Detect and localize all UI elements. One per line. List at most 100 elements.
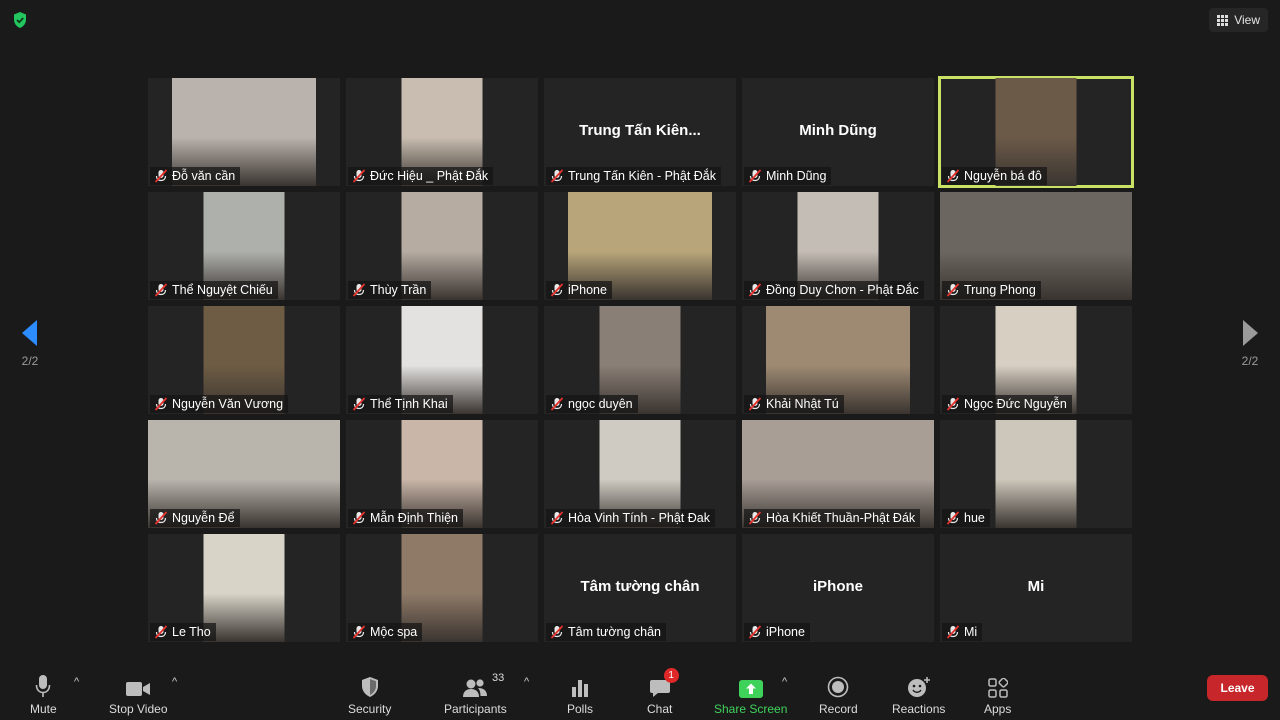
participant-name-label: Ngọc Đức Nguyễn [942, 395, 1072, 413]
muted-microphone-icon [154, 625, 168, 639]
participant-tile[interactable]: Nguyễn Để [148, 420, 340, 528]
stop-video-button[interactable]: Stop Video [109, 670, 168, 716]
participant-name: Đồng Duy Chơn - Phật Đắc [766, 283, 919, 297]
view-button[interactable]: View [1209, 8, 1268, 32]
muted-microphone-icon [550, 625, 564, 639]
participant-name: iPhone [766, 625, 805, 639]
participant-name: Mi [964, 625, 978, 639]
participant-name-label: Trung Phong [942, 281, 1041, 299]
record-icon [828, 676, 849, 698]
participant-display-name: iPhone [812, 578, 863, 595]
participant-name-label: Mộc spa [348, 623, 423, 641]
participant-name: Ngọc Đức Nguyễn [964, 397, 1067, 411]
participant-tile[interactable]: Đức Hiệu _ Phật Đắk [346, 78, 538, 186]
share-screen-icon [738, 680, 763, 698]
muted-microphone-icon [352, 625, 366, 639]
microphone-icon [36, 675, 51, 697]
participants-label: Participants [444, 702, 507, 716]
participants-options-caret[interactable]: ^ [524, 676, 529, 688]
participant-tile[interactable]: Thể Tịnh Khai [346, 306, 538, 414]
muted-microphone-icon [154, 511, 168, 525]
participant-display-name: Mi [1027, 578, 1045, 595]
participant-tile[interactable]: Minh Dũng Minh Dũng [742, 78, 934, 186]
arrow-left-icon [22, 320, 37, 346]
leave-button[interactable]: Leave [1207, 675, 1268, 701]
next-page-button[interactable]: 2/2 [1220, 318, 1280, 408]
participant-name-label: iPhone [744, 623, 810, 641]
participant-tile[interactable]: Thể Nguyệt Chiếu [148, 192, 340, 300]
participant-name: iPhone [568, 283, 607, 297]
participant-tile[interactable]: Nguyễn bá đô [938, 76, 1134, 188]
participant-video [995, 420, 1077, 528]
participant-tile[interactable]: Ngọc Đức Nguyễn [940, 306, 1132, 414]
muted-microphone-icon [946, 283, 960, 297]
participant-tile[interactable]: iPhone [544, 192, 736, 300]
participant-name-label: Thùy Trần [348, 281, 432, 299]
participant-tile[interactable]: hue [940, 420, 1132, 528]
muted-microphone-icon [352, 511, 366, 525]
bar-chart-icon [572, 680, 588, 697]
muted-microphone-icon [946, 625, 960, 639]
previous-page-button[interactable]: 2/2 [0, 318, 60, 408]
participant-name-label: Nguyễn Để [150, 509, 240, 527]
participant-name-label: Minh Dũng [744, 167, 832, 185]
muted-microphone-icon [352, 283, 366, 297]
muted-microphone-icon [946, 169, 960, 183]
participant-tile[interactable]: Mi Mi [940, 534, 1132, 642]
mute-options-caret[interactable]: ^ [74, 676, 79, 688]
participant-tile[interactable]: Mẫn Định Thiện [346, 420, 538, 528]
stop-video-label: Stop Video [109, 702, 168, 716]
participant-display-name: Tâm tường chân [580, 578, 700, 595]
participants-icon [463, 679, 488, 697]
muted-microphone-icon [748, 283, 762, 297]
chat-label: Chat [647, 702, 673, 716]
participant-name: Hòa Khiết Thuần-Phật Đák [766, 511, 916, 525]
participant-name: Trung Phong [964, 283, 1036, 297]
muted-microphone-icon [550, 511, 564, 525]
participant-tile[interactable]: Khải Nhật Tú [742, 306, 934, 414]
participant-name-label: Khải Nhật Tú [744, 395, 844, 413]
muted-microphone-icon [550, 169, 564, 183]
chat-unread-badge: 1 [663, 668, 679, 683]
participant-name-label: Đồng Duy Chơn - Phật Đắc [744, 281, 924, 299]
muted-microphone-icon [748, 169, 762, 183]
security-label: Security [348, 702, 392, 716]
apps-label: Apps [984, 702, 1012, 716]
participant-name-label: Đức Hiệu _ Phật Đắk [348, 167, 494, 185]
participant-name-label: Thể Tịnh Khai [348, 395, 453, 413]
muted-microphone-icon [550, 283, 564, 297]
participant-tile[interactable]: Nguyễn Văn Vương [148, 306, 340, 414]
mute-label: Mute [30, 702, 57, 716]
participant-name: Mộc spa [370, 625, 418, 639]
participant-tile[interactable]: Thùy Trần [346, 192, 538, 300]
participant-tile[interactable]: Trung Phong [940, 192, 1132, 300]
participant-tile[interactable]: Le Tho [148, 534, 340, 642]
share-screen-label: Share Screen [714, 702, 788, 716]
polls-button[interactable]: Polls [567, 670, 593, 716]
participant-name: Đức Hiệu _ Phật Đắk [370, 169, 489, 183]
participant-name: ngọc duyên [568, 397, 633, 411]
gallery-grid: Đỗ văn cần Đức Hiệu _ Phật Đắk Trung Tấn K… [148, 76, 1134, 642]
apps-button[interactable]: Apps [984, 670, 1011, 716]
participant-name: Minh Dũng [766, 169, 827, 183]
participant-tile[interactable]: Đỗ văn cần [148, 78, 340, 186]
share-options-caret[interactable]: ^ [782, 676, 787, 688]
video-options-caret[interactable]: ^ [172, 676, 177, 688]
share-screen-button[interactable]: Share Screen [714, 670, 787, 716]
participant-tile[interactable]: iPhone iPhone [742, 534, 934, 642]
participant-tile[interactable]: Hòa Vinh Tính - Phật Đak [544, 420, 736, 528]
participant-tile[interactable]: Mộc spa [346, 534, 538, 642]
participant-name-label: Mi [942, 623, 983, 641]
participant-tile[interactable]: Tâm tường chân Tâm tường chân [544, 534, 736, 642]
security-shield-icon[interactable] [10, 10, 30, 30]
chat-button[interactable]: 1 Chat [647, 668, 679, 716]
mute-button[interactable]: Mute [30, 670, 57, 716]
record-button[interactable]: Record [819, 670, 858, 716]
security-button[interactable]: Security [348, 670, 391, 716]
participant-tile[interactable]: Trung Tấn Kiên... Trung Tấn Kiên - Phật Đ… [544, 78, 736, 186]
participant-tile[interactable]: ngọc duyên [544, 306, 736, 414]
muted-microphone-icon [154, 397, 168, 411]
participant-tile[interactable]: Đồng Duy Chơn - Phật Đắc [742, 192, 934, 300]
participant-tile[interactable]: Hòa Khiết Thuần-Phật Đák [742, 420, 934, 528]
reactions-button[interactable]: Reactions [892, 670, 945, 716]
